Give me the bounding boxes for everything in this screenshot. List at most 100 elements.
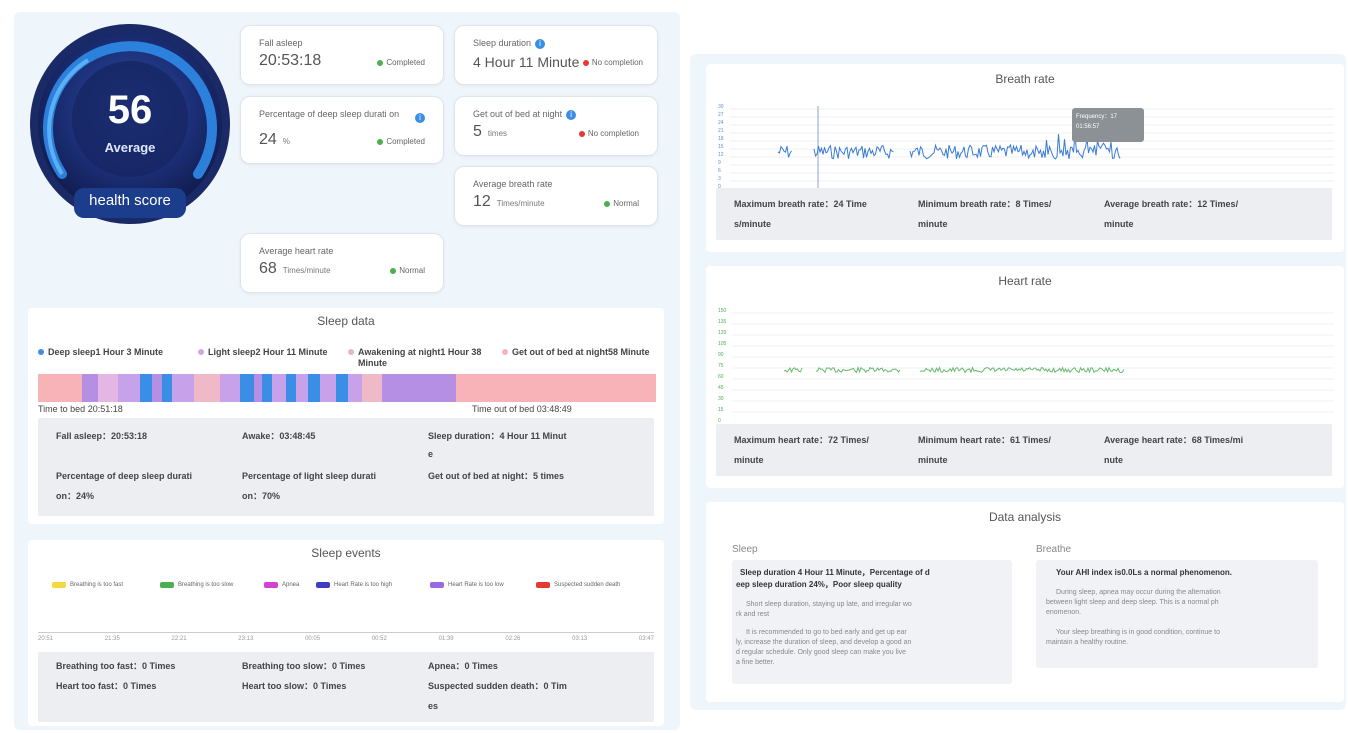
fall-asleep-card: Fall asleep 20:53:18 Completed <box>240 25 444 85</box>
ytick: 18 <box>718 136 724 142</box>
legend-swatch-icon <box>160 582 174 588</box>
ytick: 6 <box>718 168 721 174</box>
status-text: Completed <box>386 58 425 67</box>
unit-text: % <box>282 137 290 146</box>
detail-out-bed: Get out of bed at night：5 times <box>428 471 565 481</box>
heart-rate-chart[interactable] <box>732 310 1334 422</box>
deep-sleep-status: Completed <box>377 137 425 146</box>
heart-max-2: minute <box>734 455 764 465</box>
time-to-bed: Time to bed 20:51:18 <box>38 404 123 414</box>
ytick: 21 <box>718 128 724 134</box>
ytick: 15 <box>718 144 724 150</box>
breathe-p2-1: Your sleep breathing is in good conditio… <box>1056 629 1220 636</box>
info-icon[interactable]: i <box>535 39 546 49</box>
avg-heart-label: Average heart rate <box>259 246 334 256</box>
detail-sudden-2: es <box>428 701 439 711</box>
value-text: 12 <box>473 193 491 210</box>
avg-breath-status: Normal <box>604 199 639 208</box>
breath-min-2: minute <box>918 219 948 229</box>
axis-tick: 03:13 <box>572 636 588 642</box>
axis-tick: 00:05 <box>305 636 321 642</box>
avg-heart-value: 68 Times/minute <box>259 260 331 278</box>
legend-text: Heart Rate is too high <box>334 582 393 588</box>
event-axis-line <box>38 632 654 633</box>
event-legend-fast[interactable]: Breathing is too fast <box>52 582 123 588</box>
legend-text: Deep sleep1 Hour 3 Minute <box>48 347 164 357</box>
ytick: 15 <box>718 407 724 413</box>
sleep-duration-value: 4 Hour 11 Minute <box>473 54 580 70</box>
score-value: 56 <box>107 88 153 132</box>
avg-breath-value: 12 Times/minute <box>473 193 545 211</box>
event-legend-hr-high[interactable]: Heart Rate is too high <box>316 582 392 588</box>
label-text: Sleep duration <box>473 38 532 48</box>
legend-swatch-icon <box>316 582 330 588</box>
status-text: No completion <box>587 129 639 138</box>
event-legend-hr-low[interactable]: Heart Rate is too low <box>430 582 504 588</box>
ytick: 30 <box>718 104 724 110</box>
legend-dot-icon <box>502 349 508 355</box>
label-text: Get out of bed at night <box>473 109 563 119</box>
status-text: Normal <box>613 199 639 208</box>
detail-duration-2: e <box>428 449 434 459</box>
sleep-data-title: Sleep data <box>317 314 375 328</box>
breath-tooltip: Frequency：17 01:56:57 <box>1072 108 1144 142</box>
legend-dot-icon <box>38 349 44 355</box>
status-text: Normal <box>399 266 425 275</box>
breathe-p1-2: between light sleep and deep sleep. This… <box>1046 599 1219 606</box>
sleep-stage-bar[interactable] <box>38 374 656 402</box>
breath-stats-box: Maximum breath rate：24 Time s/minute Min… <box>716 188 1332 240</box>
sleep-p2-3: d regular schedule. Only good sleep can … <box>736 649 907 656</box>
event-legend-sudden[interactable]: Suspected sudden death <box>536 582 620 588</box>
detail-fall-asleep: Fall asleep：20:53:18 <box>56 431 148 441</box>
get-out-bed-label: Get out of bed at night i <box>473 109 577 120</box>
status-dot-icon <box>578 130 585 137</box>
unit-text: Times/minute <box>496 199 545 208</box>
event-legend-slow[interactable]: Breathing is too slow <box>160 582 233 588</box>
get-out-bed-status: No completion <box>578 129 639 138</box>
breath-rate-title: Breath rate <box>995 72 1055 86</box>
sleep-legend-outbed: Get out of bed at night58 Minute <box>502 347 652 358</box>
breath-min-1: Minimum breath rate：8 Times/ <box>918 199 1052 209</box>
score-grade: Average <box>104 140 156 155</box>
axis-tick: 23:13 <box>238 636 254 642</box>
sleep-bold-2: eep sleep duration 24%，Poor sleep qualit… <box>736 580 902 589</box>
legend-text: Light sleep2 Hour 11 Minute <box>208 347 328 357</box>
time-out-of-bed: Time out of bed 03:48:49 <box>472 404 572 414</box>
ytick: 60 <box>718 374 724 380</box>
breath-rate-chart[interactable] <box>730 106 1334 190</box>
status-dot-icon <box>604 200 611 207</box>
legend-dot-icon <box>198 349 204 355</box>
health-score-gauge: 56 Average health score <box>28 24 232 224</box>
legend-text: Heart Rate is too low <box>448 582 504 588</box>
axis-tick: 02:26 <box>505 636 521 642</box>
avg-breath-card: Average breath rate 12 Times/minute Norma… <box>454 166 658 226</box>
info-icon[interactable]: i <box>566 110 577 120</box>
detail-deep-pct-2: on：24% <box>56 491 95 501</box>
ytick: 9 <box>718 160 721 166</box>
heart-avg-2: nute <box>1104 455 1123 465</box>
event-legend-apnea[interactable]: Apnea <box>264 582 299 588</box>
analysis-breathe-heading: Breathe <box>1036 544 1072 555</box>
detail-heart-fast: Heart too fast：0 Times <box>56 681 157 691</box>
legend-text: Apnea <box>282 582 300 588</box>
status-dot-icon <box>377 59 384 66</box>
ytick: 105 <box>718 341 727 347</box>
breath-series-line <box>777 145 792 158</box>
legend-text: Suspected sudden death <box>554 582 621 588</box>
breath-avg-2: minute <box>1104 219 1134 229</box>
info-icon[interactable]: i <box>415 113 425 123</box>
axis-tick: 00:52 <box>371 636 387 642</box>
breathe-bold-1: Your AHI index is0.0Ls a normal phenomen… <box>1056 568 1233 577</box>
breath-max-2: s/minute <box>734 219 772 229</box>
avg-heart-status: Normal <box>390 266 425 275</box>
sleep-duration-status: No completion <box>582 58 643 67</box>
detail-apnea: Apnea：0 Times <box>428 661 498 671</box>
deep-sleep-value: 24% <box>259 131 290 149</box>
ytick: 24 <box>718 120 724 126</box>
axis-tick: 01:39 <box>438 636 454 642</box>
ytick: 120 <box>718 330 727 336</box>
tooltip-line-1: Frequency：17 <box>1076 114 1118 120</box>
ytick: 30 <box>718 396 724 402</box>
legend-text: Get out of bed at night58 Minute <box>512 347 650 357</box>
sleep-p1-1: Short sleep duration, staying up late, a… <box>746 601 912 608</box>
